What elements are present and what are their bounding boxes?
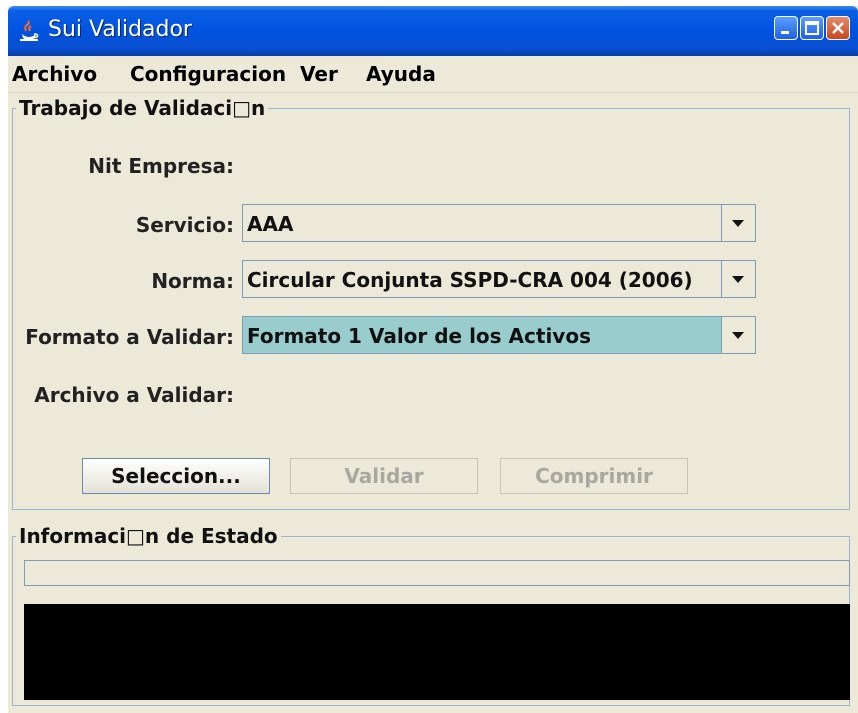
minimize-button[interactable] xyxy=(774,16,798,40)
servicio-value: AAA xyxy=(247,212,294,236)
menu-archivo[interactable]: Archivo xyxy=(12,62,97,86)
comprimir-button[interactable]: Comprimir xyxy=(500,458,688,494)
chevron-down-icon xyxy=(732,332,744,339)
window-title: Sui Validador xyxy=(48,17,192,42)
title-bar[interactable]: Sui Validador xyxy=(8,6,858,56)
minimize-icon xyxy=(781,31,789,34)
status-console xyxy=(24,604,850,700)
menu-configuracion[interactable]: Configuracion xyxy=(130,62,286,86)
formato-label: Formato a Validar: xyxy=(25,325,234,349)
java-coffee-icon xyxy=(20,20,39,41)
servicio-dropdown-button[interactable] xyxy=(721,205,755,241)
servicio-label: Servicio: xyxy=(135,213,234,237)
archivo-label: Archivo a Validar: xyxy=(34,383,234,407)
progress-bar xyxy=(24,560,850,586)
menu-bar: Archivo Configuracion Ver Ayuda xyxy=(8,56,858,93)
nit-empresa-label: Nit Empresa: xyxy=(88,154,234,178)
maximize-icon xyxy=(805,21,819,35)
chevron-down-icon xyxy=(732,276,744,283)
chevron-down-icon xyxy=(732,220,744,227)
formato-value: Formato 1 Valor de los Activos xyxy=(247,324,591,348)
norma-label: Norma: xyxy=(151,269,234,293)
close-button[interactable] xyxy=(826,16,850,40)
formato-dropdown-button[interactable] xyxy=(721,317,755,353)
norma-dropdown-button[interactable] xyxy=(721,261,755,297)
menu-ayuda[interactable]: Ayuda xyxy=(366,62,436,86)
menu-ver[interactable]: Ver xyxy=(300,62,338,86)
app-window: Sui Validador Archivo Configuracion Ver … xyxy=(8,6,858,713)
maximize-button[interactable] xyxy=(800,16,824,40)
validar-button[interactable]: Validar xyxy=(290,458,478,494)
norma-combo[interactable]: Circular Conjunta SSPD-CRA 004 (2006) xyxy=(242,260,756,298)
validation-panel-title: Trabajo de Validaci□n xyxy=(16,96,269,120)
seleccion-button[interactable]: Seleccion... xyxy=(82,458,270,494)
close-icon xyxy=(832,22,844,34)
norma-value: Circular Conjunta SSPD-CRA 004 (2006) xyxy=(247,268,693,292)
formato-combo[interactable]: Formato 1 Valor de los Activos xyxy=(242,316,756,354)
status-panel-title: Informaci□n de Estado xyxy=(16,524,281,548)
servicio-combo[interactable]: AAA xyxy=(242,204,756,242)
